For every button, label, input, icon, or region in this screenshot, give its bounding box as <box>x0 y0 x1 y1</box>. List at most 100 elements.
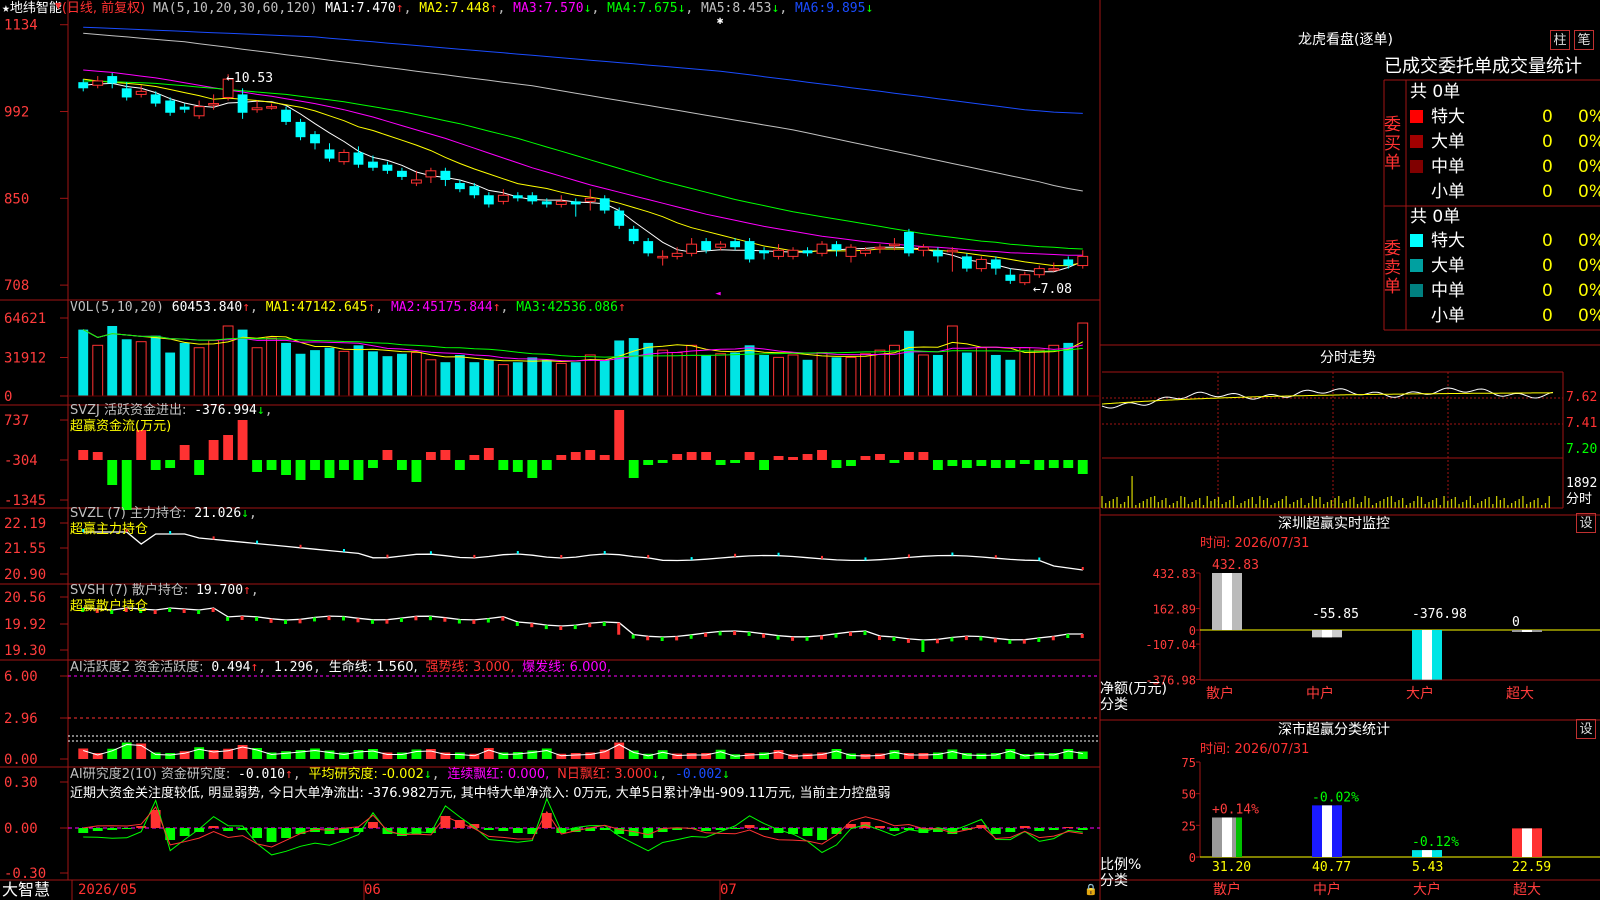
ai2-bar-47 <box>759 828 769 830</box>
svzl-tick-mark-18 <box>342 549 345 552</box>
candle-body-17 <box>324 149 335 159</box>
vol-bar-30 <box>512 362 523 396</box>
bar-view-button[interactable]: 柱 <box>1550 30 1570 50</box>
svzl-tick-mark-15 <box>299 544 302 548</box>
svzj-bar-0 <box>78 450 89 460</box>
svzj-bar-47 <box>759 460 769 470</box>
vol-bar-49 <box>787 354 799 397</box>
svsh-bar-37 <box>617 622 621 635</box>
sz-class-settings-button[interactable]: 设 <box>1576 719 1596 739</box>
svzj-bar-45 <box>730 460 741 463</box>
candle-body-18 <box>338 151 350 163</box>
svzj-bar-19 <box>353 460 364 480</box>
chart-mode[interactable]: (日线, 前复权) <box>62 1 145 16</box>
candle-body-41 <box>671 252 683 257</box>
svzj-bar-63 <box>990 460 1001 468</box>
svzj-bar-43 <box>701 452 712 460</box>
candle-body-65 <box>1019 274 1031 284</box>
ai2-bar-46 <box>744 825 755 828</box>
svzj-bar-65 <box>1019 460 1030 464</box>
candle-body-42 <box>686 243 698 254</box>
candle-body-26 <box>454 183 465 190</box>
vol-ma3-value: 42536.086 <box>547 300 618 315</box>
sz-monitor-axis-label-2: 0 <box>1189 624 1196 638</box>
svzl-tick-mark-51 <box>821 555 824 559</box>
svzl-arrow: ↓ <box>241 506 249 521</box>
ai2-nred: N日飘红: 3.000 <box>557 767 652 782</box>
vol-bar-45 <box>730 352 741 396</box>
candle-body-7 <box>179 106 190 110</box>
candle-body-21 <box>382 164 393 171</box>
svzj-bar-21 <box>382 450 393 460</box>
buy-row-0-pct: 0% <box>1578 107 1600 127</box>
ai2-bar-63 <box>990 828 1001 834</box>
svzj-bar-51 <box>817 450 827 460</box>
vol-bar-5 <box>150 335 161 396</box>
ai2-bar-69 <box>1077 828 1088 830</box>
svzj-bar-6 <box>165 460 176 468</box>
buy-row-1-count: 0 <box>1542 132 1553 152</box>
vol-bar-35 <box>584 354 596 397</box>
svzj-bar-41 <box>672 454 683 460</box>
vol-bar-6 <box>165 352 176 396</box>
candle-body-8 <box>193 106 205 117</box>
brand-logo[interactable]: 大智慧 <box>2 880 50 900</box>
sz-monitor-settings-button[interactable]: 设 <box>1576 513 1596 533</box>
ai2-bar-68 <box>1063 827 1074 828</box>
price-axis-label-2: 850 <box>4 191 29 207</box>
sz-monitor-bar-label-2: -376.98 <box>1412 607 1467 622</box>
ma5-arrow: ↓ <box>771 1 780 16</box>
vol-bar-38 <box>628 338 639 396</box>
svzj-bar-57 <box>904 452 914 460</box>
ai1-axis-label-0: 6.00 <box>4 669 38 685</box>
svzl-tick-mark-45 <box>734 553 737 557</box>
svzj-header: SVZJ 活跃资金进出: -376.994↓, <box>70 403 273 418</box>
ai2-bar-7 <box>179 828 190 836</box>
sz-monitor-cat-3: 超大 <box>1506 686 1534 702</box>
vol-bar-20 <box>368 351 378 396</box>
ai1-bar-38 <box>628 750 639 759</box>
svsh-bar-14 <box>284 619 288 624</box>
svsh-bar-12 <box>255 616 259 621</box>
candle-body-3 <box>121 88 132 98</box>
svzj-bar-61 <box>961 460 972 468</box>
sz-monitor-bar-hl-2 <box>1422 630 1432 680</box>
svzj-bar-12 <box>252 460 262 472</box>
vol-bar-29 <box>497 364 509 397</box>
svsh-axis-label-0: 20.56 <box>4 590 46 606</box>
price-ma2-line <box>83 78 1083 267</box>
svsh-bar-64 <box>1008 639 1012 644</box>
candle-body-12 <box>251 107 263 111</box>
svzl-axis-label-2: 20.90 <box>4 567 46 583</box>
vol-bar-0 <box>78 329 89 396</box>
sz-monitor-axis-label-3: -107.04 <box>1145 638 1196 652</box>
lock-icon[interactable]: 🔒 <box>1084 882 1098 898</box>
sz-class-cat-3: 超大 <box>1513 882 1541 898</box>
ai2-bar-17 <box>324 828 335 834</box>
star-icon[interactable]: ★ <box>2 1 10 16</box>
candle-body-4 <box>135 90 147 95</box>
ai2-title: AI研究度2(10) 资金研究度: <box>70 767 231 782</box>
sz-class-bar-edge-2 <box>1436 850 1442 857</box>
ai1-bar-30 <box>512 752 523 759</box>
candle-body-62 <box>975 258 987 270</box>
svzj-bar-17 <box>324 460 335 478</box>
vol-bar-61 <box>961 352 972 396</box>
svzl-line <box>83 531 1083 571</box>
svsh-bar-34 <box>573 625 577 630</box>
svzj-bar-39 <box>643 460 654 465</box>
candle-body-58 <box>917 246 929 251</box>
tick-view-button[interactable]: 笔 <box>1574 30 1594 50</box>
ai2-bar-23 <box>411 828 422 834</box>
svsh-bar-69 <box>1080 634 1084 638</box>
svsh-bar-51 <box>820 635 824 640</box>
sell-row-3: 小单 0 0% <box>1410 305 1600 327</box>
vol-bar-46 <box>744 345 755 396</box>
svzj-bar-11 <box>237 420 248 460</box>
svzj-bar-62 <box>976 460 987 466</box>
ai2-bar-4 <box>136 826 147 828</box>
sz-class-title: 深市超赢分类统计 <box>1278 722 1390 738</box>
menu-arrow-icon[interactable]: ▼ <box>55 0 62 14</box>
sz-class-delta-2: -0.12% <box>1412 835 1459 850</box>
vol-bar-10 <box>222 325 234 397</box>
